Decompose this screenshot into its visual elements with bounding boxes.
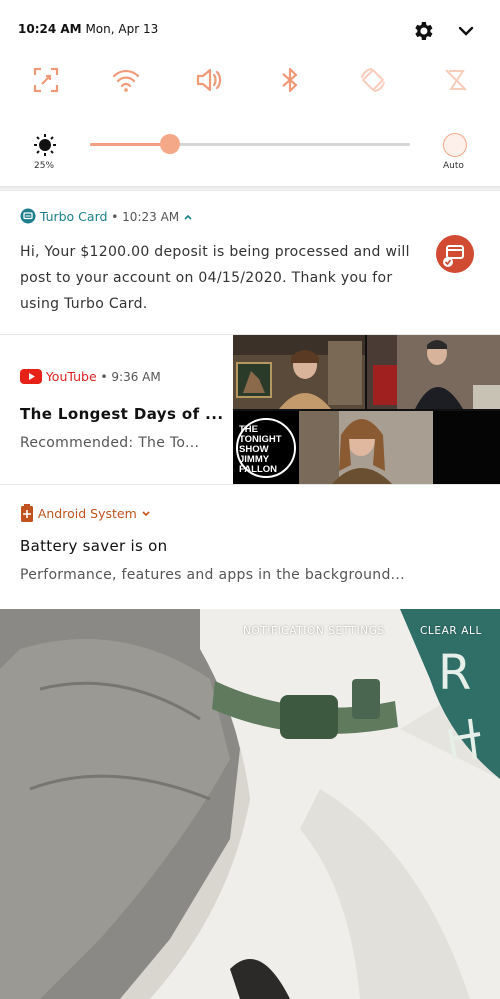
notification-time: 9:36 AM [111, 370, 161, 384]
wallpaper-photo: R [0, 609, 500, 999]
chevron-down-icon[interactable] [141, 510, 151, 518]
battery-icon [21, 504, 33, 522]
notification-time: 10:23 AM [122, 210, 180, 224]
quick-settings-panel: 10:24 AM Mon, Apr 13 25% Auto [0, 0, 500, 186]
notification-subtitle: Performance, features and apps in the ba… [20, 567, 405, 583]
video-thumbnail[interactable]: THE TONIGHT SHOW JIMMY FALLON [233, 335, 500, 485]
quick-tiles-row [0, 64, 500, 100]
status-bar: 10:24 AM Mon, Apr 13 [18, 22, 158, 36]
sound-icon[interactable] [193, 64, 225, 96]
tonight-show-logo: THE TONIGHT SHOW JIMMY FALLON [239, 424, 282, 475]
chevron-down-icon[interactable] [456, 22, 476, 40]
notification-title: The Longest Days of ... [20, 405, 224, 423]
turbo-card-app-icon [20, 208, 36, 224]
notification-header: Turbo Card • 10:23 AM [20, 208, 193, 224]
app-name: Turbo Card [39, 209, 108, 224]
brightness-icon [34, 134, 56, 156]
brightness-slider-thumb[interactable] [160, 134, 180, 154]
notification-settings-button[interactable]: NOTIFICATION SETTINGS [243, 625, 385, 637]
notification-message: Hi, Your $1200.00 deposit is being proce… [20, 244, 410, 312]
notification-header: Android System [20, 504, 151, 522]
date: Mon, Apr 13 [85, 22, 159, 36]
gear-icon[interactable] [411, 19, 435, 43]
turbo-card-large-icon [436, 235, 474, 273]
separator: • [111, 210, 119, 224]
notification-android-system[interactable]: Android System Battery saver is on Perfo… [0, 484, 500, 609]
wifi-icon[interactable] [110, 64, 142, 96]
auto-rotate-icon[interactable] [357, 64, 389, 96]
youtube-logo-icon [20, 369, 42, 384]
screen-capture-icon[interactable] [30, 64, 62, 96]
notification-turbo-card[interactable]: Turbo Card • 10:23 AM Hi, Your $1200.00 … [0, 190, 500, 335]
auto-brightness-label: Auto [443, 161, 464, 171]
app-name: Android System [37, 506, 137, 521]
separator: • [100, 370, 108, 384]
do-not-disturb-icon[interactable] [440, 64, 472, 96]
bluetooth-icon[interactable] [274, 64, 306, 96]
svg-text:R: R [438, 645, 471, 701]
auto-brightness-toggle[interactable] [443, 133, 467, 157]
notification-title: Battery saver is on [20, 537, 168, 555]
chevron-up-icon[interactable] [183, 213, 193, 221]
notification-youtube[interactable]: YouTube • 9:36 AM The Longest Days of ..… [0, 334, 500, 485]
wallpaper-image: R [0, 609, 500, 999]
brightness-slider-fill [90, 143, 170, 146]
clear-all-button[interactable]: CLEAR ALL [420, 625, 482, 637]
app-name: YouTube [45, 369, 97, 384]
clock: 10:24 AM [18, 22, 82, 36]
brightness-percent: 25% [34, 161, 55, 171]
notification-header: YouTube • 9:36 AM [20, 369, 161, 384]
brightness-slider[interactable] [90, 134, 410, 154]
notification-subtitle: Recommended: The To... [20, 435, 200, 451]
